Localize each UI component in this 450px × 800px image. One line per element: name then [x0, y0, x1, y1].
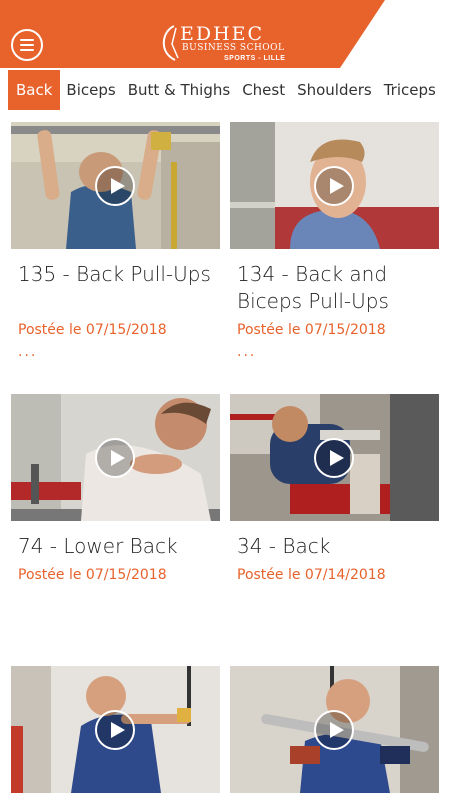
video-title[interactable]: 34 - Back [237, 533, 437, 560]
play-icon[interactable] [314, 166, 354, 206]
video-thumbnail[interactable] [230, 122, 439, 249]
tab-triceps[interactable]: Triceps [378, 70, 442, 110]
video-thumbnail[interactable] [230, 666, 439, 793]
video-thumbnail[interactable] [11, 122, 220, 249]
more-text: ... [18, 344, 38, 360]
play-icon[interactable] [314, 710, 354, 750]
video-thumbnail[interactable] [230, 394, 439, 521]
video-date: Postée le 07/15/2018 [18, 322, 167, 338]
play-icon[interactable] [314, 438, 354, 478]
logo-mark-icon [162, 25, 179, 61]
video-thumbnail[interactable] [11, 666, 220, 793]
tab-back[interactable]: Back [8, 70, 61, 110]
tab-chest[interactable]: Chest [236, 70, 291, 110]
category-tabs: Back Biceps Butt & Thighs Chest Shoulder… [0, 68, 450, 112]
brand-name: EDHEC [180, 23, 265, 45]
tab-butt-thighs[interactable]: Butt & Thighs [122, 70, 236, 110]
play-icon[interactable] [95, 166, 135, 206]
hamburger-menu-icon[interactable] [11, 29, 43, 61]
brand-sub: SPORTS - LILLE [224, 55, 286, 62]
video-title[interactable]: 135 - Back Pull-Ups [18, 261, 218, 288]
video-title[interactable]: 74 - Lower Back [18, 533, 218, 560]
video-date: Postée le 07/15/2018 [237, 322, 386, 338]
app-header: EDHEC BUSINESS SCHOOL SPORTS - LILLE [0, 0, 450, 68]
play-icon[interactable] [95, 710, 135, 750]
more-text: ... [237, 344, 257, 360]
video-date: Postée le 07/14/2018 [237, 567, 386, 583]
video-thumbnail[interactable] [11, 394, 220, 521]
play-icon[interactable] [95, 438, 135, 478]
tab-biceps[interactable]: Biceps [60, 70, 121, 110]
video-date: Postée le 07/15/2018 [18, 567, 167, 583]
edhec-logo: EDHEC BUSINESS SCHOOL SPORTS - LILLE [158, 24, 290, 66]
tab-shoulders[interactable]: Shoulders [291, 70, 378, 110]
brand-school: BUSINESS SCHOOL [182, 43, 285, 53]
video-title[interactable]: 134 - Back and Biceps Pull-Ups [237, 261, 437, 315]
